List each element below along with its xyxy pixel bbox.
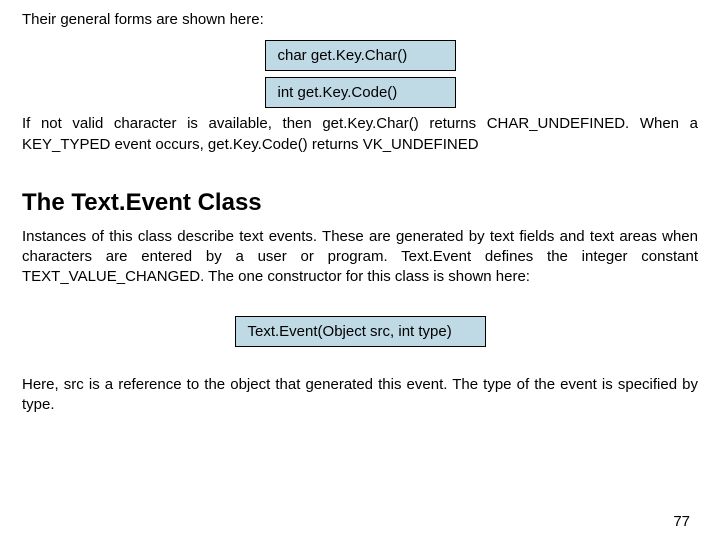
code-box-row-3: Text.Event(Object src, int type) <box>22 316 698 347</box>
code-box-textevent-constructor: Text.Event(Object src, int type) <box>235 316 486 347</box>
code-box-getkeycode: int get.Key.Code() <box>265 77 456 108</box>
intro-paragraph: Their general forms are shown here: <box>22 10 698 30</box>
textevent-paragraph: Instances of this class describe text ev… <box>22 227 698 288</box>
closing-paragraph: Here, src is a reference to the object t… <box>22 375 698 416</box>
code-box-row-1: char get.Key.Char() <box>22 40 698 71</box>
code-box-row-2: int get.Key.Code() <box>22 77 698 108</box>
page: Their general forms are shown here: char… <box>0 0 720 540</box>
section-heading-textevent: The Text.Event Class <box>22 189 698 217</box>
code-box-getkeychar: char get.Key.Char() <box>265 40 456 71</box>
char-undefined-paragraph: If not valid character is available, the… <box>22 114 698 155</box>
page-number: 77 <box>673 513 690 530</box>
